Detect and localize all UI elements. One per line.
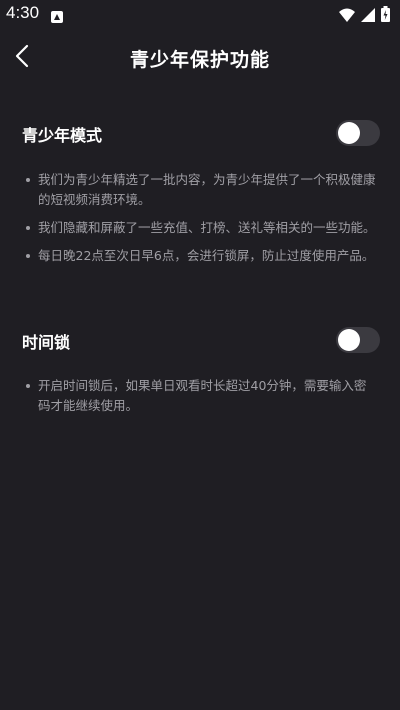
page-title: 青少年保护功能 — [129, 49, 270, 71]
bullet-dot — [26, 226, 30, 230]
youth-mode-description: 我们为青少年精选了一批内容，为青少年提供了一个积极健康的短视频消费环境。 我们隐… — [24, 170, 376, 274]
bullet-text: 我们隐藏和屏蔽了一些充值、打榜、送礼等相关的一些功能。 — [38, 220, 376, 235]
bullet-dot — [26, 384, 30, 388]
list-item: 我们隐藏和屏蔽了一些充值、打榜、送礼等相关的一些功能。 — [24, 218, 376, 238]
youth-mode-row: 青少年模式 — [22, 118, 380, 148]
youth-mode-title: 青少年模式 — [22, 126, 103, 145]
bullet-text: 每日晚22点至次日早6点，会进行锁屏，防止过度使用产品。 — [38, 248, 375, 263]
list-item: 开启时间锁后，如果单日观看时长超过40分钟，需要输入密码才能继续使用。 — [24, 376, 376, 416]
battery-icon — [381, 6, 390, 26]
app-notification-icon — [51, 8, 63, 23]
time-lock-title: 时间锁 — [22, 333, 71, 352]
status-time: 4:30 — [6, 3, 40, 22]
toggle-knob — [338, 122, 360, 144]
header: 青少年保护功能 — [0, 36, 400, 80]
wifi-icon — [339, 7, 355, 26]
list-item: 每日晚22点至次日早6点，会进行锁屏，防止过度使用产品。 — [24, 246, 376, 266]
youth-mode-toggle[interactable] — [336, 120, 380, 146]
bullet-text: 我们为青少年精选了一批内容，为青少年提供了一个积极健康的短视频消费环境。 — [38, 172, 376, 207]
list-item: 我们为青少年精选了一批内容，为青少年提供了一个积极健康的短视频消费环境。 — [24, 170, 376, 210]
signal-icon — [361, 7, 375, 26]
time-lock-description: 开启时间锁后，如果单日观看时长超过40分钟，需要输入密码才能继续使用。 — [24, 376, 376, 424]
toggle-knob — [338, 329, 360, 351]
time-lock-toggle[interactable] — [336, 327, 380, 353]
status-icons — [339, 6, 390, 26]
bullet-dot — [26, 254, 30, 258]
status-bar: 4:30 — [0, 0, 400, 28]
bullet-text: 开启时间锁后，如果单日观看时长超过40分钟，需要输入密码才能继续使用。 — [38, 378, 367, 413]
time-lock-row: 时间锁 — [22, 325, 380, 355]
bullet-dot — [26, 178, 30, 182]
